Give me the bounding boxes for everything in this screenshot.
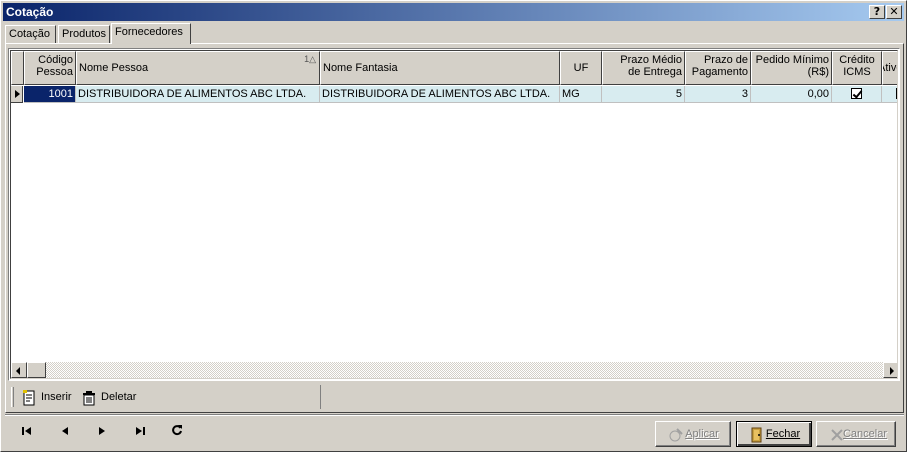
scroll-right-button[interactable] — [883, 362, 897, 378]
tab-cotacao[interactable]: Cotação — [5, 25, 56, 43]
cell-prazo-entrega[interactable]: 5 — [602, 86, 685, 103]
prev-record-button[interactable] — [51, 424, 79, 444]
cell-nome-fantasia[interactable]: DISTRIBUIDORA DE ALIMENTOS ABC LTDA. — [320, 86, 560, 103]
header-ativo[interactable]: Ativo — [882, 51, 897, 85]
refresh-icon — [172, 425, 182, 436]
header-nome-pessoa[interactable]: Nome Pessoa 1△ — [76, 51, 320, 85]
door-icon — [749, 427, 765, 443]
next-record-button[interactable] — [88, 424, 116, 444]
current-row-indicator-icon — [11, 86, 23, 103]
sort-indicator-icon: 1△ — [304, 54, 316, 64]
last-icon — [136, 427, 145, 435]
refresh-button[interactable] — [163, 424, 191, 444]
cell-nome-pessoa[interactable]: DISTRIBUIDORA DE ALIMENTOS ABC LTDA. — [76, 86, 320, 103]
help-button[interactable]: ? — [869, 5, 885, 19]
header-prazo-entrega[interactable]: Prazo Médio de Entrega — [602, 51, 685, 85]
ativo-checkbox[interactable] — [896, 88, 897, 99]
cotacao-window: Cotação ? ✕ Cotação Produtos Fornecedore… — [0, 0, 907, 452]
credito-icms-checkbox[interactable] — [851, 88, 862, 99]
grid-toolbar: Inserir Deletar — [11, 385, 321, 409]
first-icon — [22, 427, 31, 435]
cell-prazo-pagamento[interactable]: 3 — [685, 86, 751, 103]
header-prazo-pagamento[interactable]: Prazo de Pagamento — [685, 51, 751, 85]
cancel-x-icon — [829, 427, 845, 443]
toolbar-grip[interactable] — [11, 387, 14, 407]
suppliers-grid[interactable]: Código Pessoa Nome Pessoa 1△ Nome Fantas… — [8, 48, 900, 381]
apply-button[interactable]: Aplicar — [655, 421, 731, 447]
scroll-thumb[interactable] — [27, 362, 46, 378]
cell-ativo[interactable] — [882, 86, 897, 103]
header-codigo-pessoa[interactable]: Código Pessoa — [24, 51, 76, 85]
last-record-button[interactable] — [126, 424, 154, 444]
cell-codigo-pessoa[interactable]: 1001 — [24, 86, 76, 103]
cell-credito-icms[interactable] — [832, 86, 882, 103]
header-indicator — [11, 51, 24, 85]
prev-icon — [62, 427, 68, 435]
cell-pedido-minimo[interactable]: 0,00 — [751, 86, 832, 103]
header-nome-fantasia[interactable]: Nome Fantasia — [320, 51, 560, 85]
cancel-button[interactable]: Cancelar — [816, 421, 896, 447]
header-uf[interactable]: UF — [560, 51, 602, 85]
close-window-button[interactable]: ✕ — [886, 5, 902, 19]
insert-button[interactable]: Inserir — [21, 389, 72, 407]
footer-divider — [5, 414, 904, 416]
trash-icon — [81, 390, 97, 406]
first-record-button[interactable] — [13, 424, 41, 444]
horizontal-scrollbar[interactable] — [11, 362, 897, 378]
cell-uf[interactable]: MG — [560, 86, 602, 103]
next-icon — [99, 427, 105, 435]
tab-produtos[interactable]: Produtos — [58, 25, 110, 43]
window-title: Cotação — [6, 5, 54, 19]
apply-icon — [668, 427, 684, 443]
title-bar[interactable]: Cotação ? ✕ — [3, 3, 904, 21]
delete-button[interactable]: Deletar — [81, 389, 136, 407]
document-icon — [21, 390, 37, 406]
header-pedido-minimo[interactable]: Pedido Mínimo (R$) — [751, 51, 832, 85]
tab-fornecedores[interactable]: Fornecedores — [111, 23, 191, 44]
scroll-left-button[interactable] — [11, 362, 27, 378]
close-button[interactable]: Fechar — [736, 421, 812, 447]
header-credito-icms[interactable]: Crédito ICMS — [832, 51, 882, 85]
